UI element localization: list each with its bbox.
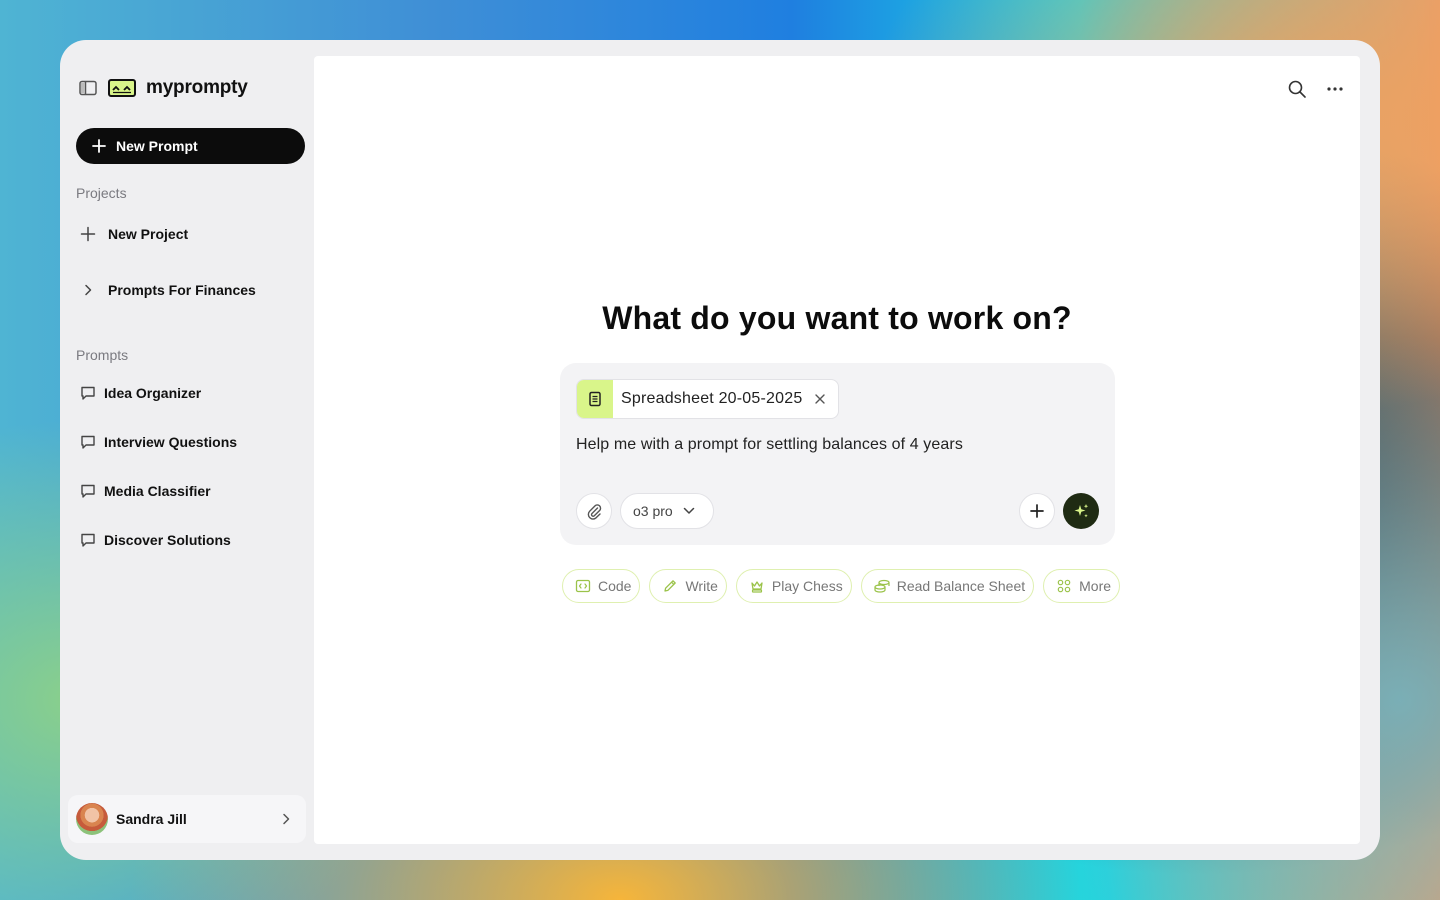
- prompt-label: Discover Solutions: [104, 532, 231, 548]
- plus-icon: [92, 138, 108, 154]
- quick-action-label: Read Balance Sheet: [896, 578, 1026, 594]
- attach-button[interactable]: [576, 493, 612, 529]
- quick-action-label: Play Chess: [771, 578, 843, 594]
- new-prompt-label: New Prompt: [116, 138, 198, 154]
- brand: myprompty: [78, 76, 248, 100]
- code-icon: [574, 577, 592, 595]
- grid-icon: [1055, 577, 1073, 595]
- project-item-prompts-for-finances[interactable]: Prompts For Finances: [76, 270, 305, 310]
- quick-action-code[interactable]: Code: [562, 569, 641, 603]
- attachment-chip: Spreadsheet 20-05-2025: [576, 379, 839, 419]
- pencil-icon: [661, 577, 679, 595]
- paperclip-icon: [587, 504, 602, 520]
- chat-bubble-icon: [80, 483, 104, 499]
- prompt-label: Idea Organizer: [104, 385, 202, 401]
- close-icon[interactable]: [814, 392, 828, 406]
- prompt-label: Media Classifier: [104, 483, 211, 499]
- chevron-right-icon: [80, 282, 108, 298]
- quick-action-label: Write: [685, 578, 718, 594]
- sparkle-icon: [1074, 504, 1089, 518]
- chat-bubble-icon: [80, 434, 104, 450]
- chat-bubble-icon: [80, 532, 104, 548]
- coins-icon: [873, 577, 891, 595]
- quick-action-label: More: [1079, 578, 1112, 594]
- page-headline: What do you want to work on?: [602, 300, 1072, 336]
- projects-heading: Projects: [76, 185, 127, 201]
- new-prompt-button[interactable]: New Prompt: [76, 128, 305, 164]
- quick-action-label: Code: [598, 578, 632, 594]
- quick-action-more[interactable]: More: [1043, 569, 1121, 603]
- sidebar-toggle-icon[interactable]: [78, 78, 98, 98]
- chevron-down-icon: [683, 507, 695, 515]
- attachment-name: Spreadsheet 20-05-2025: [621, 390, 803, 407]
- avatar: [76, 803, 108, 835]
- new-project-label: New Project: [108, 226, 189, 242]
- app-logo-icon: [108, 78, 136, 98]
- prompt-label: Interview Questions: [104, 434, 238, 450]
- more-options-icon[interactable]: [1324, 78, 1346, 100]
- chess-icon: [748, 577, 766, 595]
- model-value: o3 pro: [633, 503, 673, 519]
- app-name: myprompty: [146, 77, 248, 98]
- search-icon[interactable]: [1286, 78, 1308, 100]
- new-project-item[interactable]: New Project: [76, 214, 305, 254]
- main-panel: What do you want to work on? Spreadsheet…: [314, 56, 1360, 844]
- plus-icon: [80, 226, 108, 242]
- quick-action-play-chess[interactable]: Play Chess: [735, 569, 852, 603]
- generate-button[interactable]: [1063, 493, 1099, 529]
- user-profile-button[interactable]: Sandra Jill: [68, 795, 306, 843]
- quick-actions: Code Write Play Chess Read Balance Sheet: [562, 569, 1121, 603]
- top-actions: [1286, 78, 1346, 100]
- prompt-composer: Spreadsheet 20-05-2025 Help me with a pr…: [560, 363, 1115, 545]
- prompts-heading: Prompts: [76, 347, 129, 363]
- prompt-item-discover-solutions[interactable]: Discover Solutions: [76, 522, 305, 558]
- user-name: Sandra Jill: [116, 811, 187, 827]
- plus-icon: [1030, 504, 1044, 518]
- app-window: myprompty New Prompt Projects New Projec…: [60, 40, 1380, 860]
- quick-action-read-balance-sheet[interactable]: Read Balance Sheet: [860, 569, 1035, 603]
- prompt-item-interview-questions[interactable]: Interview Questions: [76, 424, 305, 460]
- project-label: Prompts For Finances: [108, 282, 256, 298]
- document-icon: [577, 380, 613, 418]
- sidebar: myprompty New Prompt Projects New Projec…: [60, 40, 314, 860]
- prompt-item-media-classifier[interactable]: Media Classifier: [76, 473, 305, 509]
- model-select[interactable]: o3 pro: [620, 493, 714, 529]
- chat-bubble-icon: [80, 385, 104, 401]
- quick-action-write[interactable]: Write: [649, 569, 727, 603]
- chevron-right-icon: [280, 811, 292, 827]
- add-button[interactable]: [1019, 493, 1055, 529]
- prompt-item-idea-organizer[interactable]: Idea Organizer: [76, 375, 305, 411]
- prompt-input[interactable]: Help me with a prompt for settling balan…: [576, 436, 963, 454]
